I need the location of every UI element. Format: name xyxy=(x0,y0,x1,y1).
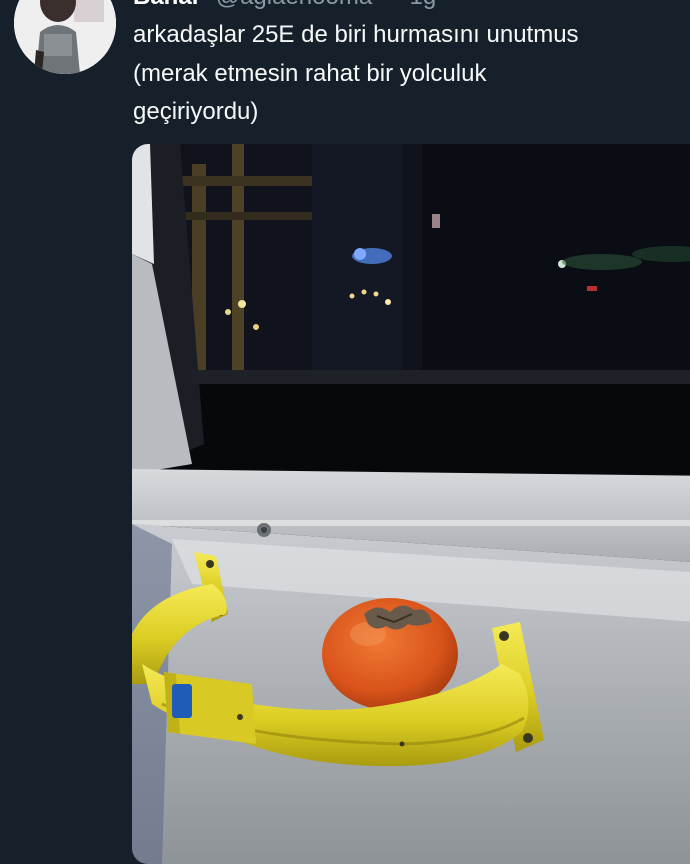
avatar-photo xyxy=(14,0,116,74)
tweet-text: arkadaşlar 25E de biri hurmasını unutmus… xyxy=(133,21,579,125)
author-name[interactable]: Bahar xyxy=(133,0,201,10)
meta-separator: · xyxy=(387,0,395,10)
author-handle[interactable]: @aglaehooma xyxy=(216,0,372,10)
tweet-media[interactable] xyxy=(132,144,690,864)
tweet-author-line: Bahar @aglaehooma · 1g xyxy=(133,0,436,12)
tweet-timestamp[interactable]: 1g xyxy=(410,0,437,10)
tweet-photo xyxy=(132,144,690,864)
avatar[interactable] xyxy=(14,0,116,74)
